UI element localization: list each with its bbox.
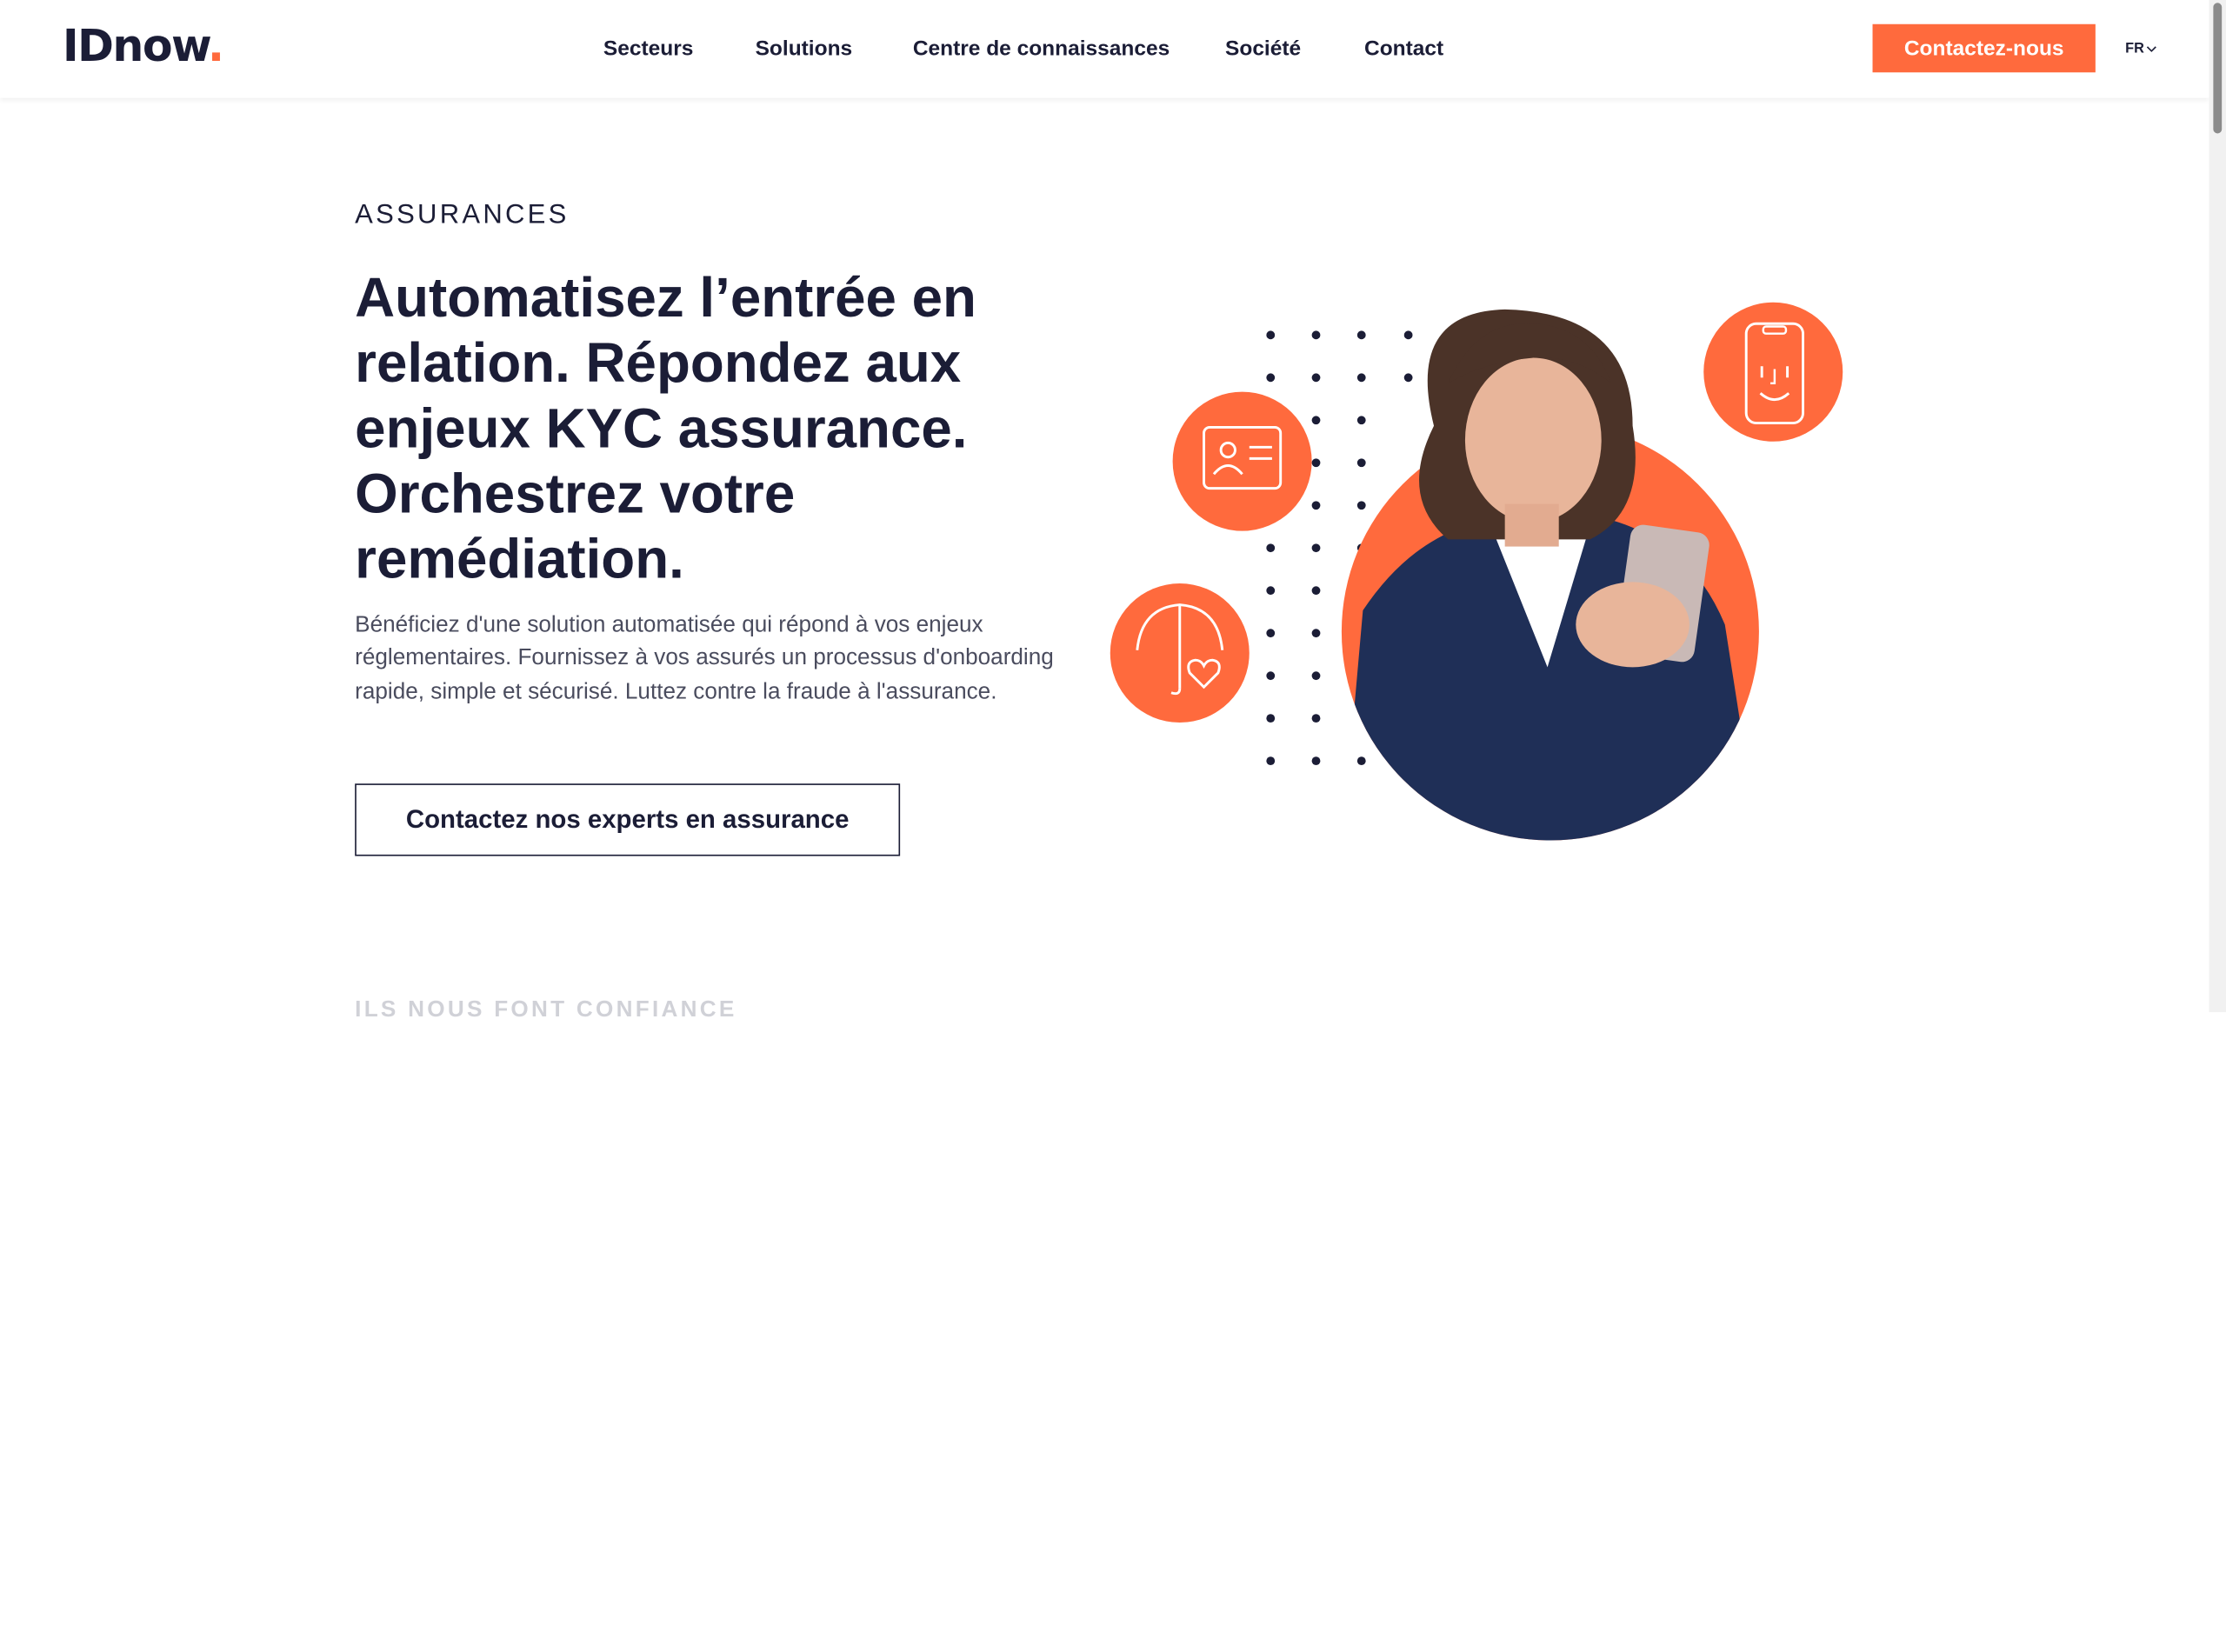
site-header: IDnow. Secteurs Solutions Centre de conn… [0,0,2209,98]
hero-description: Bénéficiez d'une solution automatisée qu… [355,613,1054,704]
nav-solutions[interactable]: Solutions [756,37,853,61]
page-scrollbar[interactable] [2209,0,2226,1013]
woman-photo [1341,309,1759,841]
language-label: FR [2125,41,2144,57]
hero-headline: Automatisez l’entrée en relation. Répond… [355,268,976,591]
chevron-down-icon [2147,46,2157,52]
umbrella-heart-icon [1110,583,1250,723]
page: IDnow. Secteurs Solutions Centre de conn… [0,0,2226,1652]
nav-contact[interactable]: Contact [1364,37,1443,61]
contact-experts-button[interactable]: Contactez nos experts en assurance [355,783,901,856]
nav-societe[interactable]: Société [1225,37,1301,61]
face-id-phone-icon [1703,302,1843,442]
contact-us-button[interactable]: Contactez-nous [1872,23,2096,73]
nav-centre-de-connaissances[interactable]: Centre de connaissances [913,37,1170,61]
nav-secteurs[interactable]: Secteurs [603,37,693,61]
trusted-by-heading: ILS NOUS FONT CONFIANCE [355,997,737,1023]
id-card-icon [1172,391,1312,531]
language-selector[interactable]: FR [2125,41,2157,57]
idnow-logo[interactable]: IDnow. [63,21,224,72]
scrollbar-thumb[interactable] [2213,3,2223,134]
hero-illustration [1110,302,1843,841]
section-eyebrow: ASSURANCES [355,200,570,230]
